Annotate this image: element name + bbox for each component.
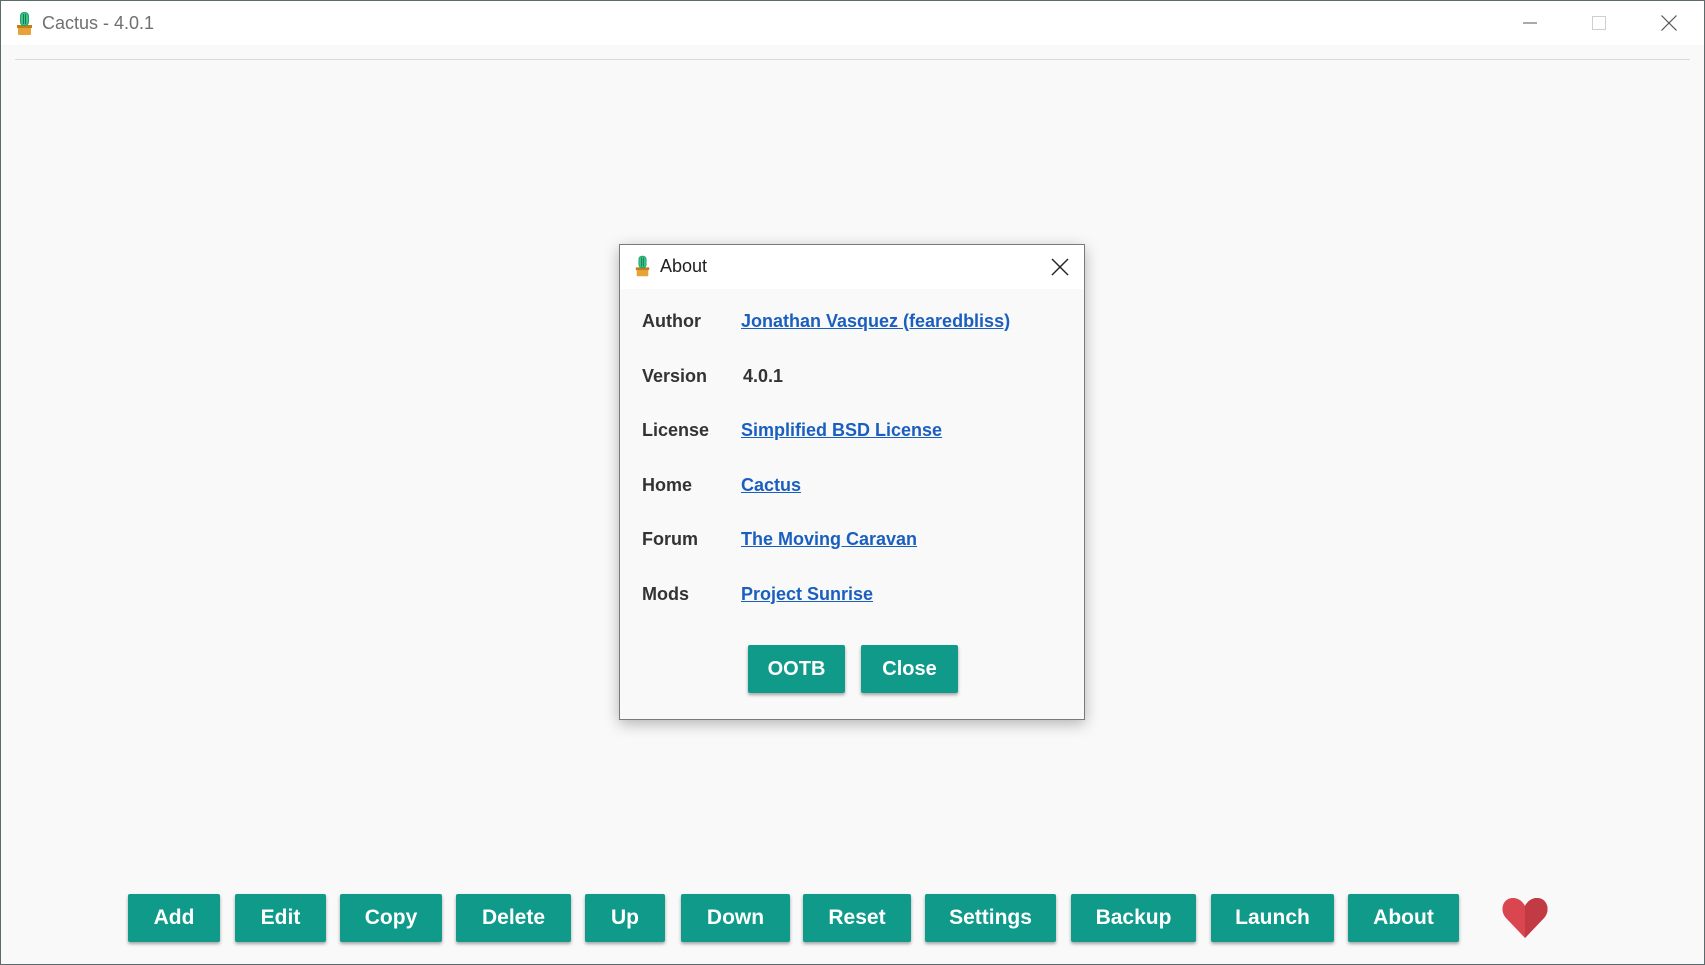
divider bbox=[15, 59, 1690, 60]
forum-link[interactable]: The Moving Caravan bbox=[741, 529, 917, 550]
reset-button[interactable]: Reset bbox=[803, 894, 911, 942]
version-label: Version bbox=[642, 365, 708, 386]
cactus-icon bbox=[635, 255, 650, 277]
cactus-icon bbox=[17, 12, 32, 35]
launch-button[interactable]: Launch bbox=[1211, 894, 1334, 942]
dialog-close-button[interactable] bbox=[1036, 245, 1084, 289]
license-link[interactable]: Simplified BSD License bbox=[741, 420, 942, 441]
mods-row: Mods Project Sunrise bbox=[642, 581, 873, 607]
delete-button[interactable]: Delete bbox=[456, 894, 571, 942]
minimize-button[interactable] bbox=[1498, 1, 1562, 45]
title-bar[interactable]: Cactus - 4.0.1 bbox=[1, 1, 1704, 45]
down-button[interactable]: Down bbox=[681, 894, 790, 942]
maximize-icon bbox=[1592, 16, 1606, 30]
settings-button[interactable]: Settings bbox=[925, 894, 1056, 942]
about-dialog: About Author Jonathan Vasquez (fearedbli… bbox=[619, 244, 1085, 720]
version-value: 4.0.1 bbox=[743, 365, 784, 386]
dialog-title: About bbox=[660, 256, 708, 276]
home-label: Home bbox=[642, 474, 693, 495]
window-close-button[interactable] bbox=[1637, 1, 1701, 45]
forum-label: Forum bbox=[642, 528, 698, 549]
home-link[interactable]: Cactus bbox=[741, 475, 801, 496]
license-row: License Simplified BSD License bbox=[642, 417, 942, 443]
version-row: Version 4.0.1 bbox=[642, 363, 783, 389]
mods-link[interactable]: Project Sunrise bbox=[741, 584, 873, 605]
about-button[interactable]: About bbox=[1348, 894, 1459, 942]
copy-button[interactable]: Copy bbox=[340, 894, 442, 942]
author-row: Author Jonathan Vasquez (fearedbliss) bbox=[642, 308, 1010, 334]
up-button[interactable]: Up bbox=[585, 894, 665, 942]
dialog-close-action-button[interactable]: Close bbox=[861, 645, 958, 693]
forum-row: Forum The Moving Caravan bbox=[642, 526, 917, 552]
maximize-button[interactable] bbox=[1567, 1, 1631, 45]
window-title: Cactus - 4.0.1 bbox=[42, 13, 155, 33]
author-label: Author bbox=[642, 310, 701, 331]
add-button[interactable]: Add bbox=[128, 894, 220, 942]
close-icon bbox=[1661, 15, 1677, 31]
edit-button[interactable]: Edit bbox=[235, 894, 326, 942]
mods-label: Mods bbox=[642, 583, 689, 604]
dialog-title-bar[interactable]: About bbox=[620, 245, 1084, 289]
heart-icon[interactable] bbox=[1501, 896, 1549, 940]
minimize-icon bbox=[1523, 22, 1537, 24]
ootb-button[interactable]: OOTB bbox=[748, 645, 845, 693]
license-label: License bbox=[642, 419, 710, 440]
home-row: Home Cactus bbox=[642, 472, 801, 498]
author-link[interactable]: Jonathan Vasquez (fearedbliss) bbox=[741, 311, 1010, 332]
close-icon bbox=[1051, 258, 1069, 276]
backup-button[interactable]: Backup bbox=[1071, 894, 1196, 942]
